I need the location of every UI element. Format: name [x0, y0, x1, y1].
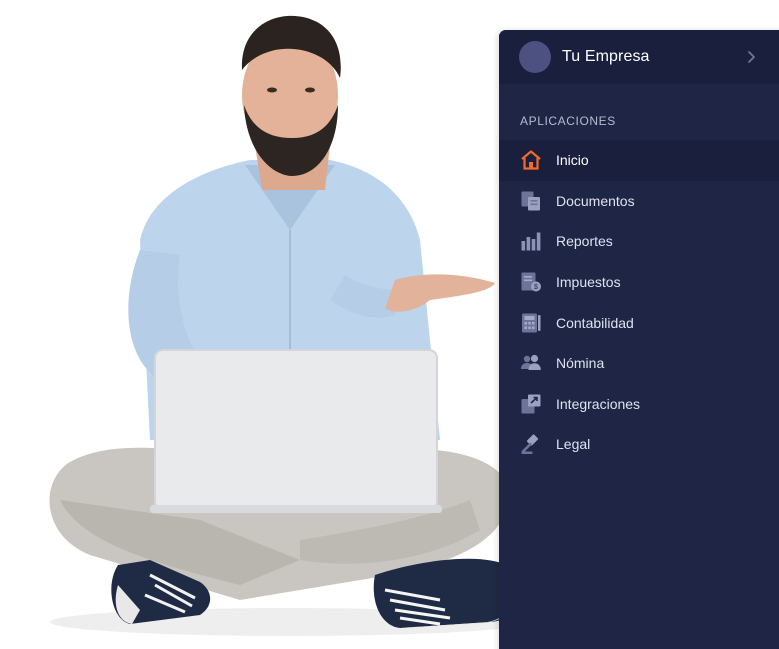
sidebar-item-label: Legal	[556, 436, 591, 453]
section-title-aplicaciones: APLICACIONES	[520, 114, 616, 128]
sidebar-item-label: Inicio	[556, 152, 589, 169]
tax-icon: $	[521, 272, 541, 292]
integrations-icon	[521, 394, 541, 414]
sidebar-item-label: Integraciones	[556, 395, 641, 412]
gavel-icon	[521, 434, 539, 455]
sidebar-item-impuestos[interactable]: $ Impuestos	[499, 262, 779, 303]
people-icon	[521, 355, 541, 371]
company-switcher[interactable]: Tu Empresa	[499, 30, 779, 84]
sidebar-item-label: Documentos	[556, 192, 635, 209]
page: Tu Empresa APLICACIONES Inicio Documento…	[0, 0, 779, 649]
company-avatar	[519, 41, 551, 73]
sidebar-nav: Inicio Documentos Reportes $ Impuestos C…	[499, 140, 779, 465]
sidebar-item-nomina[interactable]: Nómina	[499, 343, 779, 384]
svg-text:$: $	[534, 284, 538, 291]
sidebar-item-inicio[interactable]: Inicio	[499, 140, 779, 181]
chevron-right-icon[interactable]	[741, 47, 761, 67]
calculator-icon	[522, 313, 541, 333]
documents-icon	[521, 191, 540, 211]
sidebar-panel: Tu Empresa APLICACIONES Inicio Documento…	[499, 30, 779, 649]
sidebar-item-contabilidad[interactable]: Contabilidad	[499, 302, 779, 343]
sidebar-item-label: Impuestos	[556, 274, 621, 291]
company-name: Tu Empresa	[562, 48, 650, 65]
sidebar-item-label: Contabilidad	[556, 314, 634, 331]
sidebar-item-documentos[interactable]: Documentos	[499, 181, 779, 222]
hero-photo	[49, 15, 530, 636]
sidebar-item-label: Reportes	[556, 233, 613, 250]
bar-chart-icon	[521, 232, 541, 251]
home-icon	[521, 150, 541, 170]
sidebar-item-reportes[interactable]: Reportes	[499, 221, 779, 262]
sidebar-item-label: Nómina	[556, 355, 605, 372]
sidebar-item-legal[interactable]: Legal	[499, 424, 779, 465]
sidebar-item-integraciones[interactable]: Integraciones	[499, 384, 779, 425]
